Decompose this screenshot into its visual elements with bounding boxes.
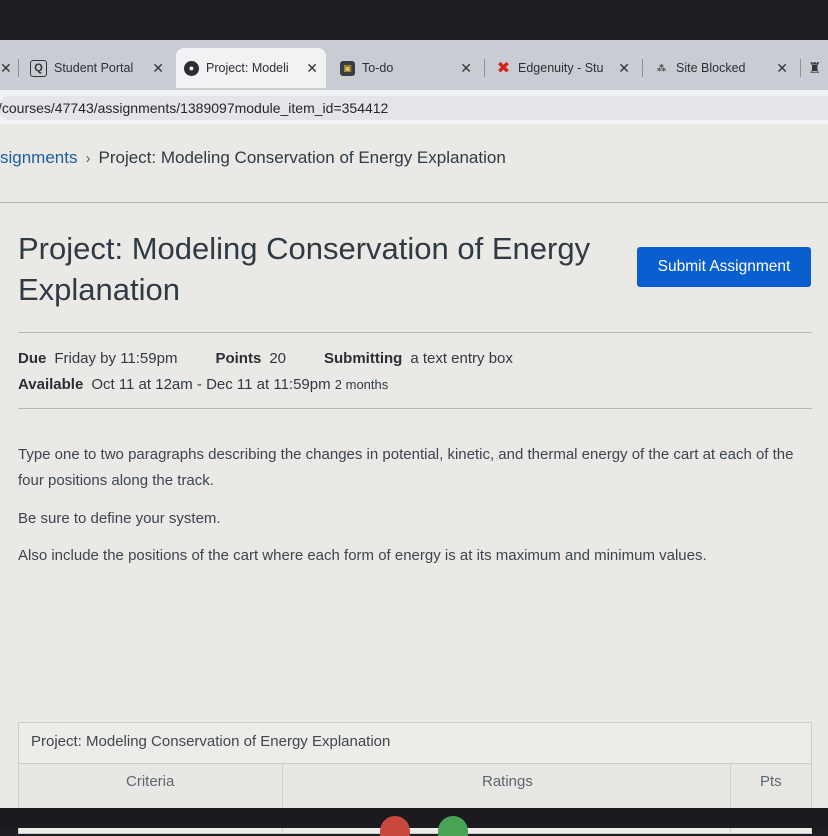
taskbar-edge	[0, 808, 828, 828]
breadcrumb-assignments-link[interactable]: signments	[0, 148, 77, 167]
rubric-header-pts: Pts	[760, 773, 782, 790]
rubric-header-criteria: Criteria	[126, 773, 175, 790]
submitting-label: Submitting	[324, 350, 403, 367]
assignment-meta-row-1: Due Friday by 11:59pm Points 20 Submitting a …	[18, 350, 513, 367]
canvas-page: signments › Project: Modeling Conservation…	[0, 124, 828, 834]
chevron-right-icon: ›	[85, 150, 91, 167]
close-icon[interactable]: ✕	[776, 60, 788, 77]
close-icon[interactable]: ✕	[306, 60, 318, 77]
tab-student-portal[interactable]: Q Student Portal ✕	[22, 50, 172, 86]
tab-title: Site Blocked	[676, 61, 746, 75]
rubric-header-ratings: Ratings	[482, 773, 533, 790]
rubric-title: Project: Modeling Conservation of Energy…	[31, 733, 391, 750]
submitting-value: a text entry box	[410, 350, 513, 367]
tab-title: To-do	[362, 61, 394, 75]
tab-todo[interactable]: ▣ To-do ✕	[332, 50, 480, 86]
close-icon[interactable]: ✕	[0, 60, 12, 77]
tab-title: Student Portal	[54, 61, 134, 75]
tab-title: Project: Modeli	[206, 61, 289, 75]
due-label: Due	[18, 350, 47, 367]
points-label: Points	[215, 350, 262, 367]
available-label: Available	[18, 376, 84, 393]
url-text: /courses/47743/assignments/1389097module…	[0, 100, 389, 116]
extension-icon[interactable]: ♜	[808, 59, 821, 77]
address-bar-area: /courses/47743/assignments/1389097module…	[0, 90, 828, 124]
points-value: 20	[269, 350, 286, 367]
tab-site-blocked[interactable]: ⁂ Site Blocked ✕	[646, 50, 796, 86]
breadcrumb-current: Project: Modeling Conservation of Energy…	[98, 148, 506, 167]
divider	[18, 408, 812, 409]
available-duration: 2 months	[334, 377, 389, 392]
browser-tab-strip: ✕ Q Student Portal ✕ ● Project: Modeli ✕…	[0, 40, 828, 90]
q-logo-icon: Q	[30, 59, 47, 77]
tab-separator	[642, 59, 643, 77]
due-value: Friday by 11:59pm	[54, 350, 178, 367]
description-paragraph: Be sure to define your system.	[18, 510, 221, 527]
tab-separator	[800, 59, 801, 77]
page-title: Project: Modeling Conservation of Energy…	[18, 231, 591, 307]
tab-separator	[18, 59, 19, 77]
close-icon[interactable]: ✕	[152, 60, 164, 77]
breadcrumb: signments › Project: Modeling Conservation…	[0, 148, 506, 168]
divider	[0, 202, 828, 203]
url-field[interactable]: /courses/47743/assignments/1389097module…	[0, 96, 828, 120]
rubric-header-row: Criteria Ratings Pts	[19, 763, 811, 834]
tab-separator	[484, 59, 485, 77]
canvas-logo-icon: ●	[184, 60, 199, 76]
tab-project-modeling[interactable]: ● Project: Modeli ✕	[176, 48, 326, 88]
close-icon[interactable]: ✕	[618, 60, 630, 77]
available-value: Oct 11 at 12am - Dec 11 at 11:59pm	[91, 376, 331, 393]
close-icon[interactable]: ✕	[460, 60, 472, 77]
tab-title: Edgenuity - Stu	[518, 61, 604, 75]
submit-assignment-button[interactable]: Submit Assignment	[637, 247, 811, 287]
description-paragraph: Type one to two paragraphs describing th…	[18, 446, 794, 489]
description-paragraph: Also include the positions of the cart w…	[18, 547, 707, 564]
tab-edgenuity[interactable]: ✖ Edgenuity - Stu ✕	[488, 50, 638, 86]
assignment-meta-row-2: Available Oct 11 at 12am - Dec 11 at 11:5…	[18, 376, 388, 393]
todo-icon: ▣	[340, 60, 355, 76]
edgenuity-x-icon: ✖	[496, 60, 511, 77]
divider	[18, 332, 812, 333]
site-blocked-icon: ⁂	[656, 62, 667, 73]
